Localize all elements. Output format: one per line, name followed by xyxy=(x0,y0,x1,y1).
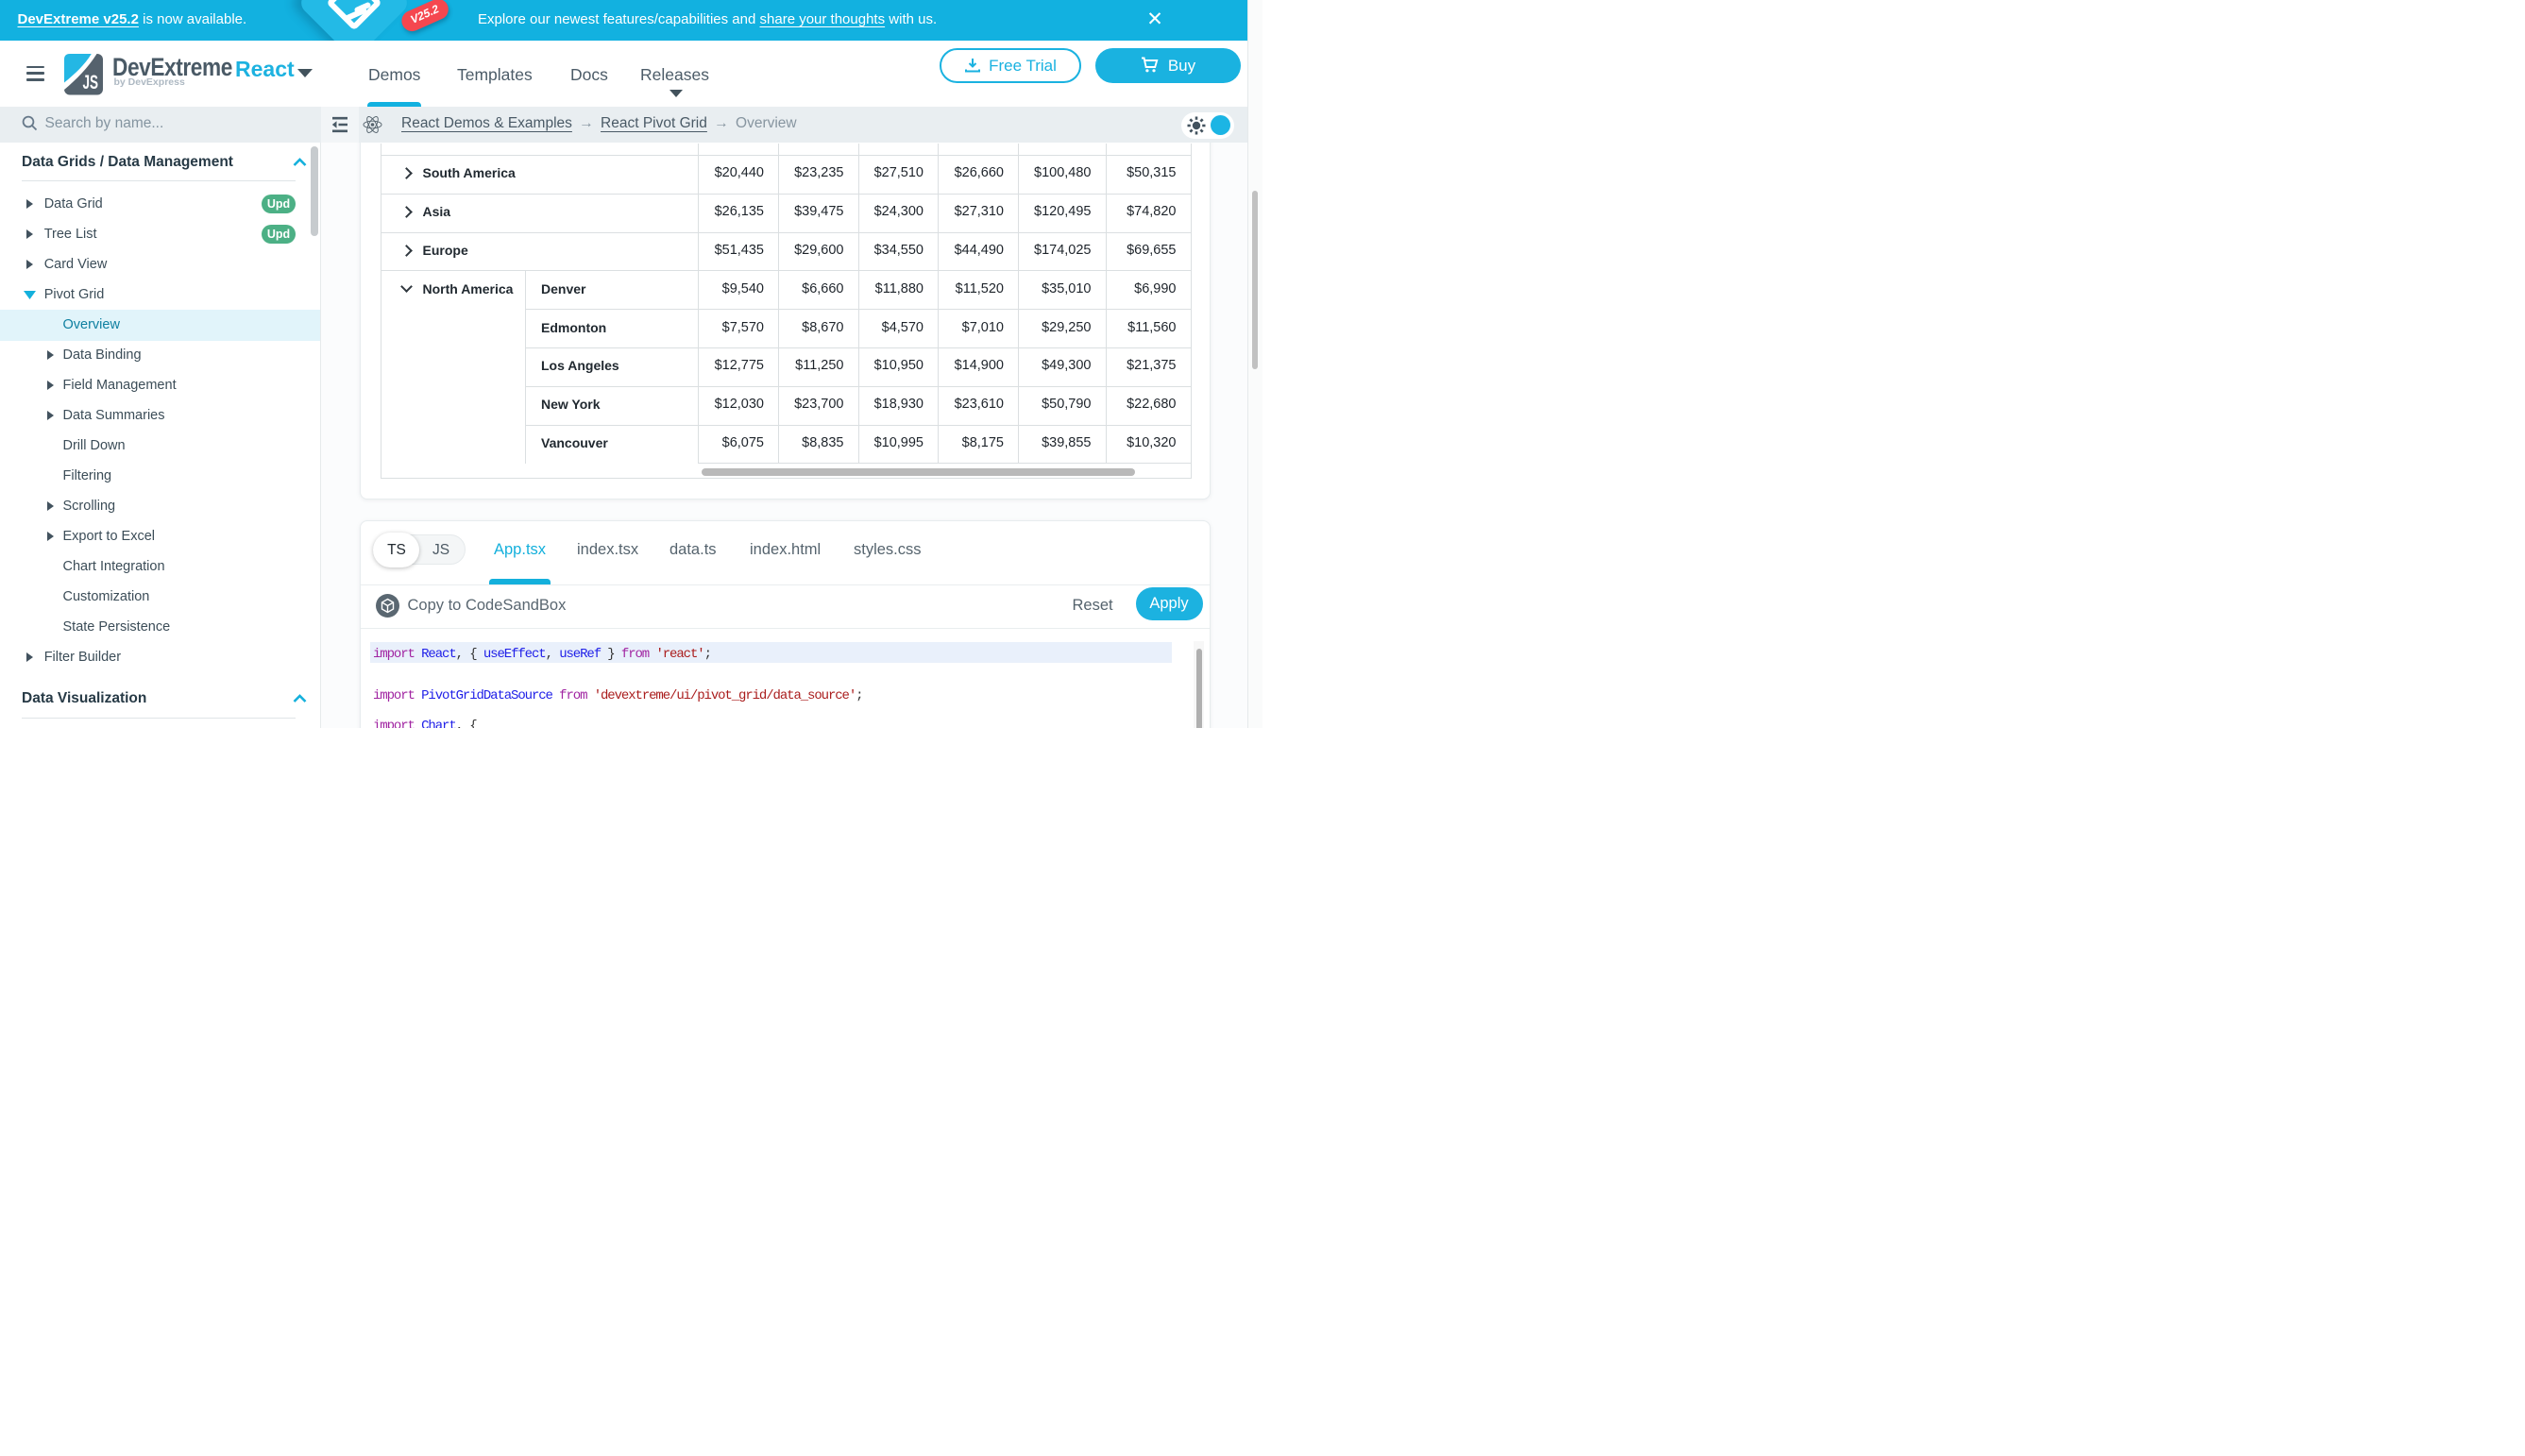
svg-text:JS: JS xyxy=(83,72,99,93)
